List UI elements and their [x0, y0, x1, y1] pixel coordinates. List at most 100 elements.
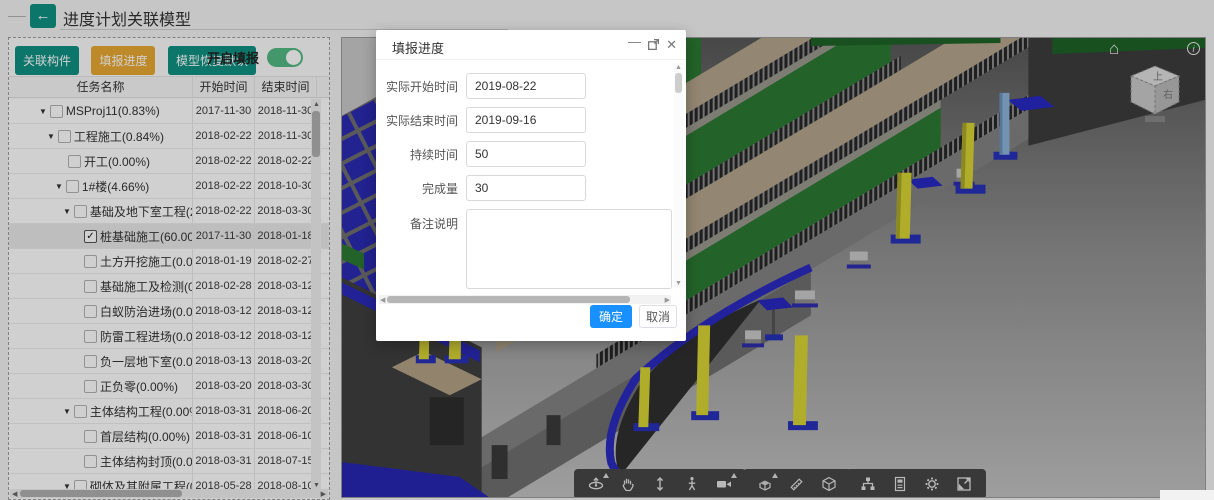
remarks-textarea[interactable]	[466, 209, 672, 289]
fill-toggle-group: 开启填报	[207, 48, 303, 67]
task-checkbox[interactable]: ✓	[84, 229, 97, 243]
task-row[interactable]: 开工(0.00%) 2018-02-22 2018-02-22	[9, 149, 329, 174]
task-checkbox[interactable]	[68, 154, 81, 168]
dialog-vertical-scrollbar[interactable]: ▲ ▼	[674, 63, 683, 288]
badge-triangle-icon	[772, 473, 778, 478]
task-checkbox[interactable]	[84, 329, 97, 343]
end-date-cell: 2018-06-10	[255, 424, 317, 448]
field-label: 完成量	[421, 181, 458, 196]
expand-arrow-icon[interactable]: ▼	[47, 132, 55, 141]
dialog-field-row: 实际开始时间	[376, 73, 672, 99]
scroll-up-icon[interactable]: ▲	[313, 100, 320, 109]
task-row[interactable]: ▼ MSProj11(0.83%) 2017-11-30 2018-11-30	[9, 99, 329, 124]
dialog-field-row: 持续时间	[376, 141, 672, 167]
task-name-label: 砌体及其附属工程(0.00%)	[89, 479, 192, 490]
task-checkbox[interactable]	[84, 429, 97, 443]
task-row[interactable]: 土方开挖施工(0.00%)2018-01-192018-02-27	[9, 249, 329, 274]
expand-arrow-icon[interactable]: ▼	[63, 207, 71, 216]
end-date-cell: 2018-02-22	[255, 149, 317, 173]
expand-arrow-icon[interactable]: ▼	[39, 107, 47, 116]
info-icon[interactable]: i	[1187, 42, 1200, 55]
task-name-label: 首层结构(0.00%)	[100, 429, 191, 444]
scroll-thumb[interactable]	[675, 73, 682, 93]
task-row[interactable]: 防雷工程进场(0.00%)2018-03-122018-03-12	[9, 324, 329, 349]
scroll-right-icon[interactable]: ▶	[321, 490, 326, 499]
walk-icon[interactable]	[682, 474, 702, 494]
back-button[interactable]: ←	[30, 4, 56, 28]
start-date-cell: 2017-11-30	[193, 224, 255, 248]
task-checkbox[interactable]	[84, 379, 97, 393]
section-icon[interactable]	[755, 473, 778, 494]
scroll-up-icon[interactable]: ▲	[675, 63, 682, 72]
camera-icon[interactable]	[714, 473, 737, 494]
task-checkbox[interactable]	[73, 204, 87, 218]
maximize-icon[interactable]	[647, 38, 660, 51]
field-input[interactable]	[466, 73, 586, 99]
task-row[interactable]: ▼ 主体结构工程(0.00%)2018-03-312018-06-20	[9, 399, 329, 424]
table-vertical-scrollbar[interactable]: ▲ ▼	[311, 99, 321, 491]
cancel-button[interactable]: 取消	[639, 305, 677, 328]
task-row[interactable]: ▼ 工程施工(0.84%) 2018-02-22 2018-11-30	[9, 124, 329, 149]
task-checkbox[interactable]	[84, 304, 97, 318]
task-row[interactable]: ▼ 基础及地下室工程(24.19%)2018-02-222018-03-30	[9, 199, 329, 224]
scroll-thumb[interactable]	[20, 490, 182, 497]
task-row[interactable]: ▼ 1#楼(4.66%) 2018-02-22 2018-10-30	[9, 174, 329, 199]
orbit-icon[interactable]	[586, 473, 609, 494]
expand-arrow-icon[interactable]: ▼	[63, 482, 71, 490]
fill-progress-button[interactable]: 填报进度	[91, 46, 156, 75]
pan-icon[interactable]	[618, 474, 638, 494]
fill-toggle-switch[interactable]	[267, 48, 303, 67]
home-icon[interactable]: ⌂	[1109, 39, 1119, 59]
relate-component-button[interactable]: 关联构件	[15, 46, 80, 75]
column-partial: 挂	[317, 77, 329, 97]
minimize-icon[interactable]: —	[628, 35, 641, 49]
start-date-cell: 2018-03-31	[193, 399, 255, 423]
table-horizontal-scrollbar[interactable]: ◀ ▶	[10, 489, 328, 498]
task-checkbox[interactable]	[65, 179, 79, 193]
task-row[interactable]: 基础施工及检测(0.00%)2018-02-282018-03-12	[9, 274, 329, 299]
close-icon[interactable]: ✕	[666, 38, 677, 52]
task-checkbox[interactable]	[73, 479, 87, 489]
task-checkbox[interactable]	[84, 354, 97, 368]
zoom-extents-icon[interactable]	[650, 474, 670, 494]
task-row[interactable]: ✓桩基础施工(60.00%)2017-11-302018-01-18	[9, 224, 329, 249]
task-checkbox[interactable]	[84, 454, 97, 468]
scroll-thumb[interactable]	[312, 111, 320, 157]
task-row[interactable]: 负一层地下室(0.00%)2018-03-132018-03-20	[9, 349, 329, 374]
task-name-label: MSProj11(0.83%)	[65, 104, 160, 118]
dialog-field-row: 完成量	[376, 175, 672, 201]
task-checkbox[interactable]	[57, 129, 71, 143]
field-input[interactable]	[466, 175, 586, 201]
fullscreen-icon[interactable]	[954, 474, 974, 494]
scroll-down-icon[interactable]: ▼	[675, 279, 682, 288]
field-input[interactable]	[466, 107, 586, 133]
field-input[interactable]	[466, 141, 586, 167]
expand-arrow-icon[interactable]: ▼	[55, 182, 63, 191]
end-date-cell: 2018-11-30	[255, 99, 317, 123]
view-cube[interactable]: 上 右	[1123, 60, 1187, 126]
start-date-cell: 2018-03-31	[193, 449, 255, 473]
dialog-header[interactable]: 填报进度 — ✕	[376, 30, 686, 60]
task-checkbox[interactable]	[49, 104, 63, 118]
measure-icon[interactable]	[787, 474, 807, 494]
task-row[interactable]: 主体结构封顶(0.00%)2018-03-312018-07-15	[9, 449, 329, 474]
start-date-cell: 2018-01-19	[193, 249, 255, 273]
task-checkbox[interactable]	[84, 254, 97, 268]
task-row[interactable]: 正负零(0.00%) 2018-03-20 2018-03-30	[9, 374, 329, 399]
task-row[interactable]: ▼ 砌体及其附属工程(0.00%)2018-05-282018-08-10	[9, 474, 329, 489]
task-checkbox[interactable]	[73, 404, 87, 418]
cube-icon[interactable]	[819, 474, 839, 494]
confirm-button[interactable]: 确定	[590, 305, 632, 328]
tree-icon[interactable]	[858, 474, 878, 494]
task-row[interactable]: 首层结构(0.00%) 2018-03-31 2018-06-10	[9, 424, 329, 449]
task-checkbox[interactable]	[84, 279, 97, 293]
task-row[interactable]: 白蚁防治进场(0.00%)2018-03-122018-03-12	[9, 299, 329, 324]
end-date-cell: 2018-03-12	[255, 274, 317, 298]
start-date-cell: 2018-03-20	[193, 374, 255, 398]
settings-icon[interactable]	[922, 474, 942, 494]
expand-arrow-icon[interactable]: ▼	[63, 407, 71, 416]
column-end-date: 结束时间	[255, 77, 317, 97]
start-date-cell: 2018-02-22	[193, 199, 255, 223]
scroll-left-icon[interactable]: ◀	[12, 490, 17, 499]
properties-icon[interactable]	[890, 474, 910, 494]
